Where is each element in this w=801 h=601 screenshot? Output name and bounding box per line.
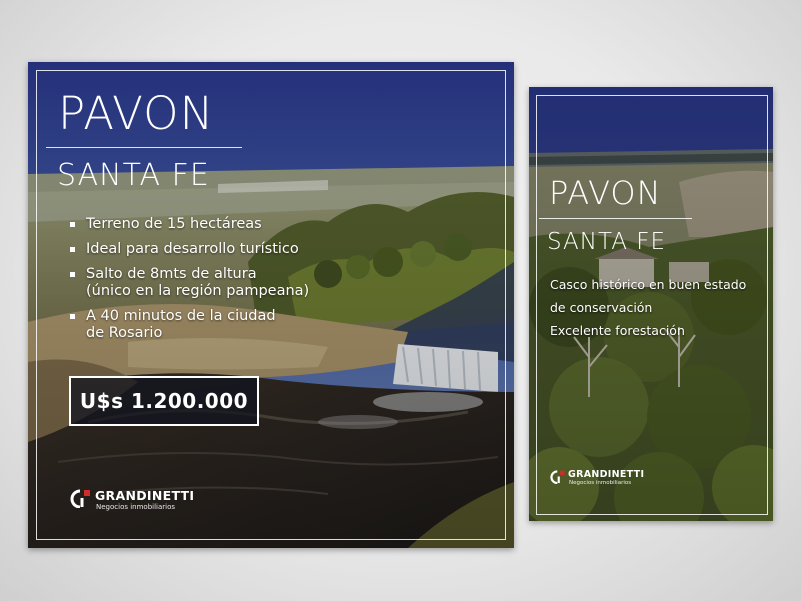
list-item: A 40 minutos de la ciudad de Rosario [68,308,309,342]
feature-text: Salto de 8mts de altura [86,266,257,282]
brand-tagline: Negocios inmobiliarios [569,480,632,486]
location-title: PAVON [58,87,215,140]
location-title: PAVON [549,174,662,212]
feature-text-line2: (único en la región pampeana) [86,283,310,299]
flyer-main: PAVON SANTA FE Terreno de 15 hectáreas I… [28,62,514,548]
location-subtitle: SANTA FE [57,158,210,193]
bullet-icon [70,247,75,252]
flyer-secondary: PAVON SANTA FE Casco histórico en buen e… [529,87,773,521]
feature-text: A 40 minutos de la ciudad [86,308,276,324]
feature-text: Excelente forestación [550,323,685,338]
list-item: Terreno de 15 hectáreas [68,216,309,233]
grandinetti-logo-icon [70,489,90,508]
feature-text: de conservación [550,300,653,315]
location-subtitle: SANTA FE [547,229,667,255]
price-tag: U$s 1.200.000 [69,376,259,426]
brand-logo: GRANDINETTI Negocios inmobiliarios [70,488,230,514]
bullet-icon [70,314,75,319]
title-divider [539,218,692,219]
title-divider [46,147,242,148]
list-item: Salto de 8mts de altura (único en la regi… [68,266,309,300]
features-list: Casco histórico en buen estado de conser… [550,273,746,342]
features-list: Terreno de 15 hectáreas Ideal para desar… [68,216,309,350]
feature-text: Terreno de 15 hectáreas [86,216,262,232]
feature-text: Casco histórico en buen estado [550,277,747,292]
list-item: Ideal para desarrollo turístico [68,241,309,258]
feature-text-line2: de Rosario [86,325,163,341]
bullet-icon [70,272,75,277]
brand-logo: GRANDINETTI Negocios inmobiliarios [550,469,670,491]
feature-text: Ideal para desarrollo turístico [86,241,299,257]
brand-tagline: Negocios inmobiliarios [96,503,176,511]
grandinetti-logo-icon [550,470,565,484]
brand-name: GRANDINETTI [568,469,645,480]
brand-name: GRANDINETTI [95,488,195,503]
bullet-icon [70,222,75,227]
